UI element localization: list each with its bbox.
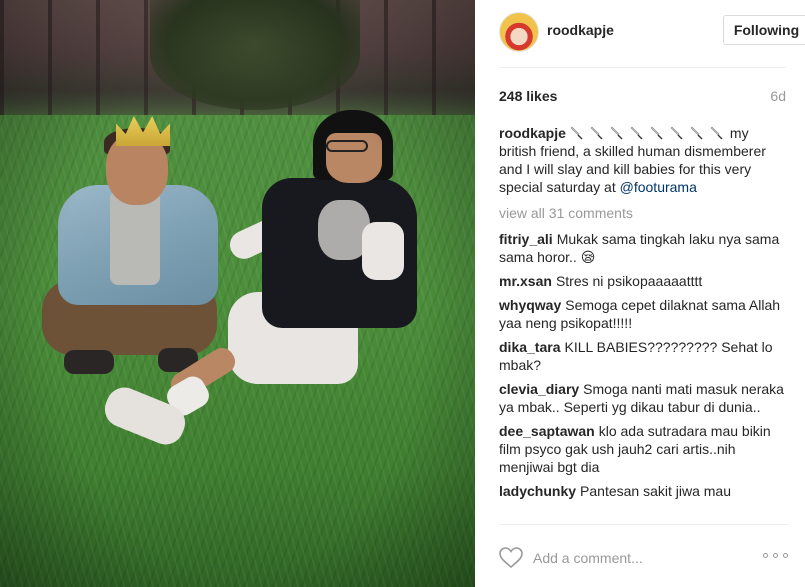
comment-username[interactable]: whyqway — [499, 297, 561, 313]
comment-item: clevia_diary Smoga nanti mati masuk nerak… — [499, 380, 789, 416]
comment-username[interactable]: dika_tara — [499, 339, 560, 355]
caption-mention[interactable]: @footurama — [620, 179, 697, 195]
caption-emoji-row — [570, 125, 730, 141]
comment-username[interactable]: ladychunky — [499, 483, 576, 499]
knife-icon — [570, 126, 583, 140]
knife-icon — [670, 126, 683, 140]
post-header: roodkapje Following — [499, 10, 805, 68]
more-options-icon[interactable] — [763, 551, 789, 561]
likes-row: 248 likes 6d — [499, 88, 786, 108]
following-button[interactable]: Following — [723, 15, 805, 45]
comment-text: Stres ni psikopaaaaatttt — [555, 273, 703, 289]
comment-bar — [499, 524, 789, 587]
photo-vignette — [0, 0, 475, 587]
comment-username[interactable]: dee_saptawan — [499, 423, 595, 439]
header-username[interactable]: roodkapje — [547, 22, 614, 38]
avatar[interactable] — [499, 12, 539, 52]
view-all-comments-link[interactable]: view all 31 comments — [499, 204, 789, 222]
caption-username[interactable]: roodkapje — [499, 125, 566, 141]
comment-username[interactable]: mr.xsan — [499, 273, 552, 289]
comment-item: dika_tara KILL BABIES????????? Sehat lo m… — [499, 338, 789, 374]
comment-username[interactable]: fitriy_ali — [499, 231, 553, 247]
comment-text: Pantesan sakit jiwa mau — [580, 483, 731, 499]
add-comment-input[interactable] — [533, 543, 753, 573]
knife-icon — [590, 126, 603, 140]
comment-username[interactable]: clevia_diary — [499, 381, 579, 397]
knife-icon — [710, 126, 723, 140]
knife-icon — [690, 126, 703, 140]
comment-item: mr.xsan Stres ni psikopaaaaatttt — [499, 272, 789, 290]
caption: roodkapje my british friend, a skilled hu… — [499, 124, 789, 196]
post-details-panel: roodkapje Following 248 likes 6d roodkap… — [475, 0, 805, 587]
knife-icon — [610, 126, 623, 140]
comment-item: fitriy_ali Mukak sama tingkah laku nya sa… — [499, 230, 789, 266]
comment-item: whyqway Semoga cepet dilaknat sama Allah … — [499, 296, 789, 332]
sleepy-face-emoji: 😪 — [580, 249, 596, 265]
heart-icon[interactable] — [499, 547, 523, 569]
knife-icon — [650, 126, 663, 140]
comment-item: dee_saptawan klo ada sutradara mau bikin … — [499, 422, 789, 476]
post-photo[interactable] — [0, 0, 475, 587]
knife-icon — [630, 126, 643, 140]
comment-item: ladychunky Pantesan sakit jiwa mau — [499, 482, 789, 500]
likes-count[interactable]: 248 likes — [499, 88, 557, 104]
comments-list: roodkapje my british friend, a skilled hu… — [499, 124, 789, 524]
post-age[interactable]: 6d — [770, 88, 786, 104]
